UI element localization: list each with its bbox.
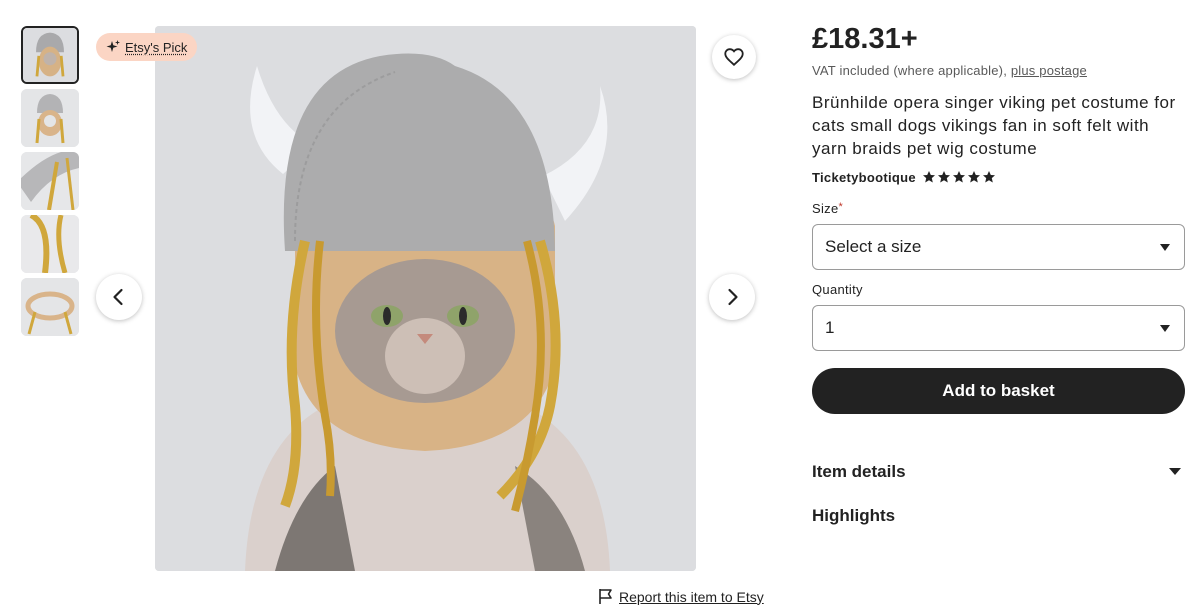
etsys-pick-badge[interactable]: Etsy's Pick	[96, 33, 198, 61]
vat-notice: VAT included (where applicable), plus po…	[812, 63, 1185, 78]
postage-link[interactable]: plus postage	[1011, 63, 1087, 78]
star-icon	[922, 171, 935, 183]
previous-image-button[interactable]	[96, 274, 142, 320]
shop-row: Ticketybootique	[812, 168, 1185, 186]
star-icon	[967, 171, 980, 183]
size-select-value: Select a size	[825, 237, 922, 256]
quantity-label: Quantity	[812, 282, 863, 297]
star-icon	[982, 171, 995, 183]
highlights-heading: Highlights	[812, 506, 896, 525]
listing-title: Brünhilde opera singer viking pet costum…	[812, 93, 1176, 158]
star-icon	[952, 171, 965, 183]
etsys-pick-label: Etsy's Pick	[125, 39, 188, 55]
thumbnail-5-image	[21, 278, 79, 336]
cat-viking-costume-image	[155, 26, 696, 571]
thumbnail-2-image	[21, 89, 79, 147]
report-item-link[interactable]: Report this item to Etsy	[598, 588, 764, 605]
caret-down-icon	[1160, 325, 1170, 332]
chevron-right-icon	[728, 288, 738, 306]
star-icon	[937, 171, 950, 183]
caret-down-icon	[1169, 468, 1181, 475]
thumbnail-3[interactable]	[21, 152, 79, 210]
favorite-button[interactable]	[712, 35, 756, 79]
thumbnail-2[interactable]	[21, 89, 79, 147]
quantity-select-value: 1	[825, 318, 835, 337]
quantity-select[interactable]: 1	[812, 305, 1185, 351]
required-mark: *	[838, 201, 844, 213]
thumbnail-1[interactable]	[21, 26, 79, 84]
main-listing-image[interactable]	[155, 26, 696, 571]
size-select[interactable]: Select a size	[812, 224, 1185, 270]
sparkle-icon	[106, 40, 120, 52]
chevron-left-icon	[113, 288, 123, 306]
add-to-basket-button[interactable]: Add to basket	[812, 368, 1185, 414]
flag-icon	[599, 589, 612, 604]
thumbnail-4-image	[21, 215, 79, 273]
thumbnail-5[interactable]	[21, 278, 79, 336]
next-image-button[interactable]	[709, 274, 755, 320]
item-details-toggle[interactable]: Item details	[812, 462, 1185, 482]
size-label: Size*	[812, 201, 843, 216]
price: £18.31+	[812, 23, 918, 55]
heart-icon	[724, 48, 744, 67]
listing-panel: £18.31+ VAT included (where applicable),…	[812, 20, 1185, 186]
thumbnail-4[interactable]	[21, 215, 79, 273]
shop-name-link[interactable]: Ticketybootique	[812, 170, 916, 185]
size-label-text: Size	[812, 201, 839, 216]
item-details-label: Item details	[812, 462, 906, 481]
thumbnail-1-image	[23, 28, 77, 82]
rating-stars[interactable]	[922, 170, 996, 184]
thumbnail-3-image	[21, 152, 79, 210]
report-item-label: Report this item to Etsy	[619, 588, 764, 605]
vat-text: VAT included (where applicable),	[812, 63, 1008, 78]
caret-down-icon	[1160, 244, 1170, 251]
